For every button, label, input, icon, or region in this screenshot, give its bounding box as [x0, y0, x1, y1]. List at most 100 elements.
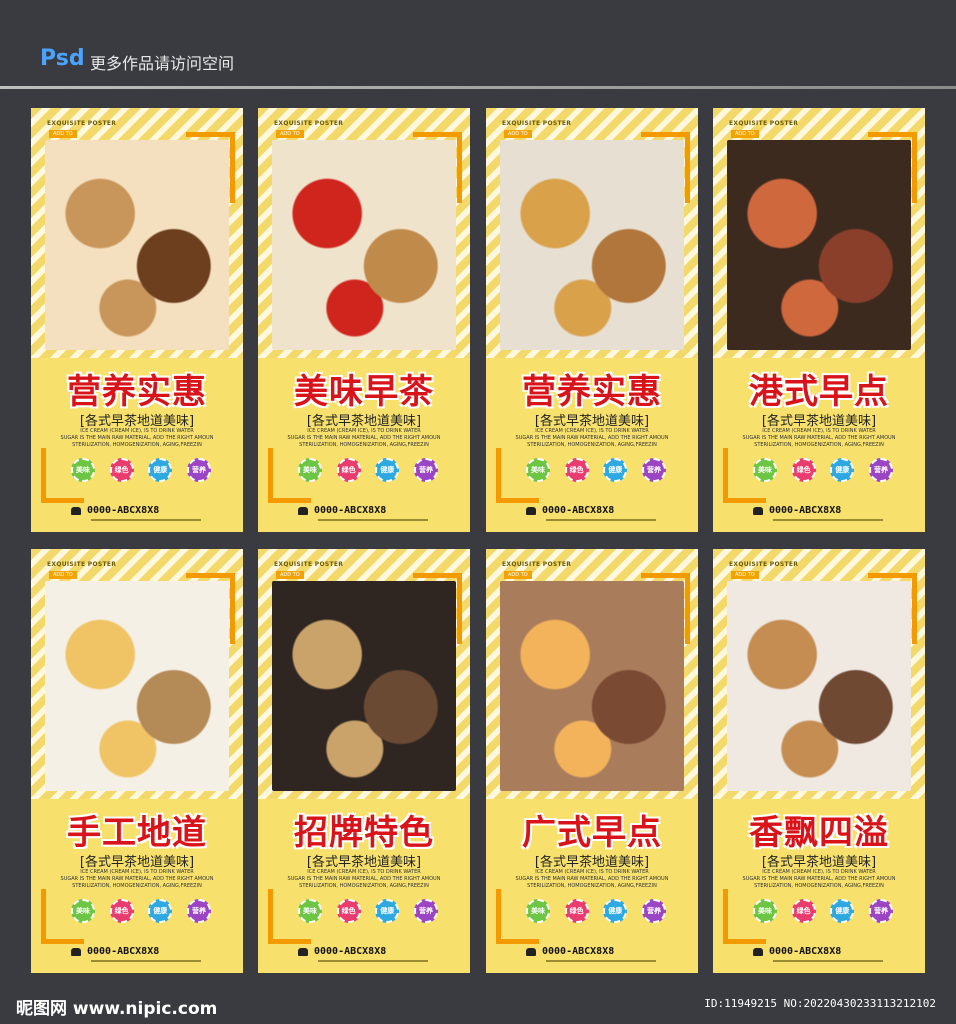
- feature-badge: 绿色: [336, 899, 361, 923]
- badge-label: 绿色: [569, 466, 584, 474]
- feature-badge: 营养: [186, 899, 211, 923]
- add-tag: ADD TO: [504, 571, 532, 579]
- phone-icon: [526, 948, 536, 956]
- add-tag: ADD TO: [49, 571, 77, 579]
- desc-line: STERILIZATION, HOMOGENIZATION, AGING,FRE…: [72, 442, 202, 448]
- poster-card[interactable]: EXQUISITE POSTER ADD TO 营养实惠 [各式早茶地道美味] …: [31, 108, 243, 532]
- feature-badges: 美味 绿色 健康 营养: [71, 458, 211, 484]
- page-footer: 昵图网 www.nipic.com ID:11949215 NO:2022043…: [0, 986, 956, 1024]
- phone-icon: [753, 507, 763, 515]
- badge-label: 健康: [380, 466, 395, 474]
- phone-icon: [526, 507, 536, 515]
- site-logo[interactable]: 昵图网 www.nipic.com: [16, 994, 217, 1019]
- desc-line: STERILIZATION, HOMOGENIZATION, AGING,FRE…: [527, 883, 657, 889]
- feature-badge: 美味: [753, 458, 777, 482]
- feature-badge: 健康: [148, 899, 173, 923]
- badge-label: 美味: [531, 466, 545, 474]
- feature-badge: 美味: [71, 899, 95, 923]
- poster-tag: EXQUISITE POSTER: [47, 561, 117, 568]
- feature-badges: 美味 绿色 健康 营养: [71, 899, 211, 925]
- corner-bracket: [641, 573, 690, 644]
- feature-badges: 美味 绿色 健康 营养: [753, 899, 893, 925]
- feature-badges: 美味 绿色 健康 营养: [526, 899, 666, 925]
- badge-label: 美味: [76, 907, 90, 915]
- badge-label: 健康: [835, 466, 850, 474]
- poster-card[interactable]: EXQUISITE POSTER ADD TO 营养实惠 [各式早茶地道美味] …: [486, 108, 698, 532]
- poster-grid: EXQUISITE POSTER ADD TO 营养实惠 [各式早茶地道美味] …: [31, 108, 926, 973]
- feature-badge: 营养: [641, 899, 666, 923]
- header-divider: [0, 86, 956, 89]
- feature-badge: 绿色: [109, 899, 134, 923]
- footnote-line: [546, 519, 656, 521]
- badge-label: 营养: [873, 466, 888, 474]
- add-tag: ADD TO: [731, 571, 759, 579]
- badge-label: 绿色: [341, 466, 356, 474]
- corner-bracket: [186, 132, 235, 203]
- phone-number: 0000-ABCX8X8: [314, 946, 387, 957]
- phone-number: 0000-ABCX8X8: [87, 505, 160, 516]
- poster-title: 香飘四溢: [749, 813, 889, 853]
- feature-badge: 绿色: [336, 458, 361, 482]
- corner-bracket: [413, 573, 462, 644]
- phone-icon: [71, 507, 81, 515]
- poster-tag: EXQUISITE POSTER: [274, 120, 344, 127]
- footnote-line: [546, 960, 656, 962]
- desc-line: STERILIZATION, HOMOGENIZATION, AGING,FRE…: [299, 442, 429, 448]
- feature-badge: 绿色: [564, 458, 589, 482]
- corner-bracket: [868, 132, 917, 203]
- desc-line: SUGAR IS THE MAIN RAW MATERIAL, ADD THE …: [287, 435, 441, 441]
- poster-title: 营养实惠: [67, 372, 207, 412]
- badge-label: 健康: [153, 907, 168, 915]
- phone-icon: [753, 948, 763, 956]
- badge-label: 健康: [608, 907, 623, 915]
- badge-label: 健康: [835, 907, 850, 915]
- desc-line: ICE CREAM (CREAM ICE), IS TO DRINK WATER: [307, 869, 421, 875]
- phone-number: 0000-ABCX8X8: [87, 946, 160, 957]
- phone-number: 0000-ABCX8X8: [314, 505, 387, 516]
- desc-line: ICE CREAM (CREAM ICE), IS TO DRINK WATER: [307, 428, 421, 434]
- poster-title: 招牌特色: [294, 813, 434, 853]
- phone-icon: [298, 507, 308, 515]
- poster-card[interactable]: EXQUISITE POSTER ADD TO 广式早点 [各式早茶地道美味] …: [486, 549, 698, 973]
- poster-subtitle: [各式早茶地道美味]: [306, 414, 422, 429]
- badge-label: 美味: [758, 466, 772, 474]
- add-tag: ADD TO: [276, 571, 304, 579]
- poster-description: ICE CREAM (CREAM ICE), IS TO DRINK WATER…: [53, 869, 221, 890]
- badge-label: 美味: [758, 907, 772, 915]
- badge-label: 营养: [873, 907, 888, 915]
- poster-description: ICE CREAM (CREAM ICE), IS TO DRINK WATER…: [280, 869, 448, 890]
- feature-badge: 营养: [186, 458, 211, 482]
- footnote-line: [773, 960, 883, 962]
- poster-title: 手工地道: [67, 813, 207, 853]
- desc-line: ICE CREAM (CREAM ICE), IS TO DRINK WATER: [80, 428, 194, 434]
- poster-card[interactable]: EXQUISITE POSTER ADD TO 香飘四溢 [各式早茶地道美味] …: [713, 549, 925, 973]
- desc-line: STERILIZATION, HOMOGENIZATION, AGING,FRE…: [754, 883, 884, 889]
- desc-line: SUGAR IS THE MAIN RAW MATERIAL, ADD THE …: [515, 435, 669, 441]
- poster-description: ICE CREAM (CREAM ICE), IS TO DRINK WATER…: [53, 428, 221, 449]
- poster-card[interactable]: EXQUISITE POSTER ADD TO 招牌特色 [各式早茶地道美味] …: [258, 549, 470, 973]
- poster-card[interactable]: EXQUISITE POSTER ADD TO 手工地道 [各式早茶地道美味] …: [31, 549, 243, 973]
- feature-badge: 美味: [753, 899, 777, 923]
- poster-description: ICE CREAM (CREAM ICE), IS TO DRINK WATER…: [508, 869, 676, 890]
- badge-label: 健康: [608, 466, 623, 474]
- desc-line: ICE CREAM (CREAM ICE), IS TO DRINK WATER: [80, 869, 194, 875]
- poster-title: 广式早点: [522, 813, 662, 853]
- poster-card[interactable]: EXQUISITE POSTER ADD TO 美味早茶 [各式早茶地道美味] …: [258, 108, 470, 532]
- feature-badge: 绿色: [791, 899, 816, 923]
- feature-badge: 健康: [603, 458, 628, 482]
- desc-line: SUGAR IS THE MAIN RAW MATERIAL, ADD THE …: [742, 435, 896, 441]
- more-works-text[interactable]: 更多作品请访问空间: [90, 50, 234, 74]
- page-header: Psd 更多作品请访问空间: [0, 0, 956, 96]
- badge-label: 绿色: [341, 907, 356, 915]
- badge-label: 绿色: [796, 907, 811, 915]
- feature-badge: 健康: [375, 899, 400, 923]
- badge-label: 健康: [380, 907, 395, 915]
- poster-card[interactable]: EXQUISITE POSTER ADD TO 港式早点 [各式早茶地道美味] …: [713, 108, 925, 532]
- footnote-line: [91, 960, 201, 962]
- corner-bracket: [868, 573, 917, 644]
- feature-badge: 健康: [830, 458, 855, 482]
- poster-title: 美味早茶: [294, 372, 434, 412]
- phone-number: 0000-ABCX8X8: [769, 505, 842, 516]
- feature-badges: 美味 绿色 健康 营养: [298, 458, 438, 484]
- poster-subtitle: [各式早茶地道美味]: [761, 414, 877, 429]
